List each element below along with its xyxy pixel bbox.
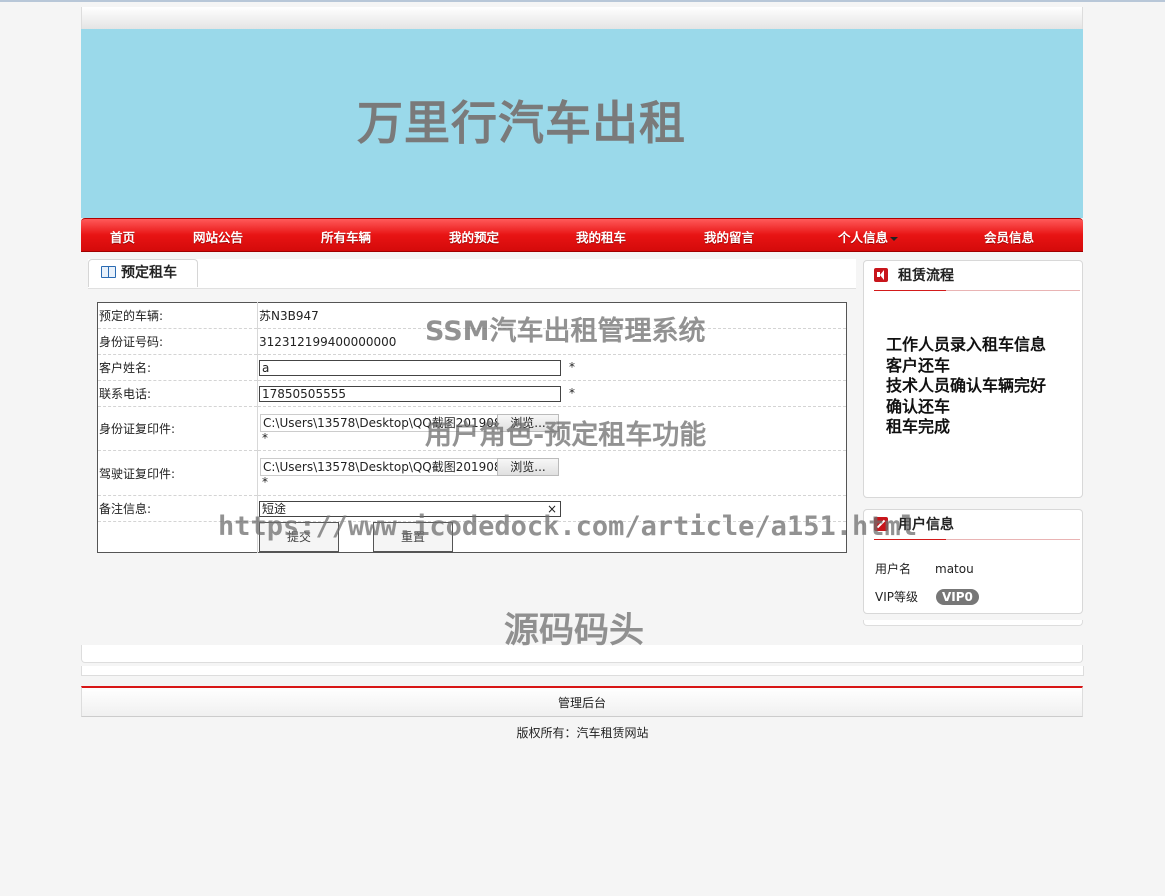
watermark-role: 用户角色-预定租车功能 (425, 420, 707, 451)
nav-announcements[interactable]: 网站公告 (193, 227, 243, 246)
username-row: 用户名 matou (875, 560, 974, 577)
copyright-text: 版权所有：汽车租赁网站 (516, 726, 649, 740)
tab-booking[interactable]: 预定租车 (88, 259, 198, 287)
speaker-icon (874, 268, 888, 282)
nav-home[interactable]: 首页 (110, 227, 135, 246)
window-top-line (0, 0, 1165, 2)
nav-member-info[interactable]: 会员信息 (984, 227, 1034, 246)
license-copy-label: 驾驶证复印件: (97, 450, 258, 496)
vip-label: VIP等级 (875, 590, 918, 604)
sidebar-bottom-edge (863, 620, 1083, 626)
nav-profile-dropdown[interactable]: 个人信息 (838, 227, 899, 246)
flow-step: 确认还车 (886, 396, 951, 416)
required-mark: * (262, 475, 268, 489)
flow-step: 客户还车 (886, 355, 951, 375)
id-label: 身份证号码: (97, 328, 258, 355)
nav-profile[interactable]: 个人信息 (838, 230, 888, 245)
vip-row: VIP等级 VIP0 (875, 588, 979, 605)
banner: 万里行汽车出租 (81, 29, 1083, 218)
required-mark: * (569, 386, 575, 400)
vip-badge: VIP0 (936, 589, 979, 605)
site-title: 万里行汽车出租 (357, 96, 686, 150)
watermark-brand: 源码码头 (504, 611, 645, 651)
flow-step: 技术人员确认车辆完好 (886, 376, 1047, 395)
required-mark: * (569, 360, 575, 374)
main-panel-header (88, 259, 856, 289)
watermark-url: https://www.icodedock.com/article/a151.h… (218, 511, 917, 542)
phone-label: 联系电话: (97, 380, 258, 407)
id-copy-label: 身份证复印件: (97, 406, 258, 451)
license-copy-browse-button[interactable]: 浏览... (497, 458, 559, 476)
username-value: matou (935, 562, 974, 576)
main-nav: 首页 网站公告 所有车辆 我的预定 我的租车 我的留言 个人信息 会员信息 (81, 218, 1083, 252)
flow-step: 租车完成 (886, 417, 951, 436)
username-label: 用户名 (875, 562, 912, 576)
nav-my-bookings[interactable]: 我的预定 (449, 227, 499, 246)
nav-my-messages[interactable]: 我的留言 (704, 227, 754, 246)
car-label: 预定的车辆: (97, 302, 258, 329)
form-row-phone: 联系电话: 17850505555 * (97, 380, 847, 407)
name-label: 客户姓名: (97, 354, 258, 381)
license-copy-file-input[interactable]: C:\Users\13578\Desktop\QQ截图201908252 (260, 458, 497, 476)
footer-bar: 管理后台 (81, 686, 1083, 717)
rental-flow-panel: 租赁流程 工作人员录入租车信息 客户还车 技术人员确认车辆完好 确认还车 租车完… (863, 260, 1083, 498)
top-bar (81, 7, 1083, 29)
rental-flow-steps: 工作人员录入租车信息 客户还车 技术人员确认车辆完好 确认还车 租车完成 (886, 335, 1046, 438)
page-header: 万里行汽车出租 首页 网站公告 所有车辆 我的预定 我的租车 我的留言 个人信息… (81, 7, 1083, 252)
form-row-name: 客户姓名: a * (97, 354, 847, 381)
rental-flow-header: 租赁流程 (874, 266, 1080, 291)
name-input[interactable]: a (259, 359, 561, 376)
admin-link[interactable]: 管理后台 (558, 696, 606, 710)
rental-flow-title: 租赁流程 (898, 268, 954, 284)
nav-my-rentals[interactable]: 我的租车 (576, 227, 626, 246)
flow-step: 工作人员录入租车信息 (886, 335, 1047, 354)
header-accent-line (874, 290, 946, 291)
chevron-down-icon (890, 236, 899, 241)
book-icon (101, 266, 116, 278)
phone-input[interactable]: 17850505555 (259, 385, 561, 402)
watermark-system: SSM汽车出租管理系统 (425, 316, 706, 347)
tab-title: 预定租车 (121, 265, 177, 281)
nav-all-cars[interactable]: 所有车辆 (321, 227, 371, 246)
form-row-license-copy: 驾驶证复印件: C:\Users\13578\Desktop\QQ截图20190… (97, 450, 847, 496)
separator-box (81, 666, 1084, 676)
